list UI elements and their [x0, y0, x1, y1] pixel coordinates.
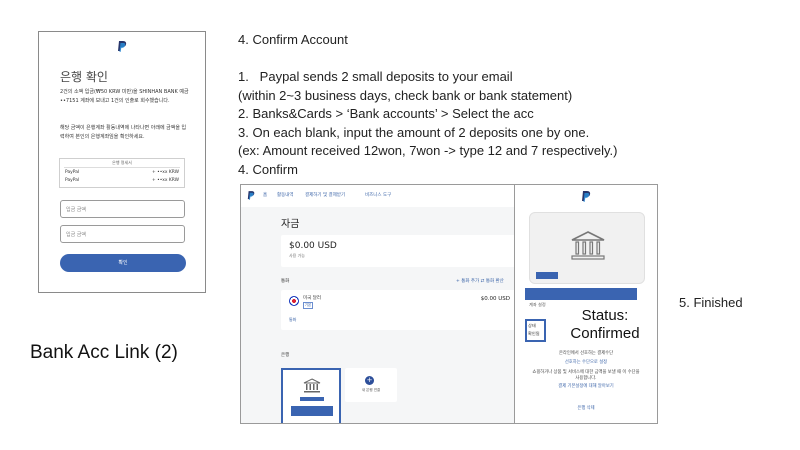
- verify-description: 2건의 소액 입금(₩50 KRW 미만)을 SHINHAN BANK 예금 •…: [60, 89, 189, 104]
- step-line: (within 2~3 business days, check bank or…: [238, 87, 573, 103]
- verify-instruction: 해당 금액이 은행계좌 활동내역에 나타나면 아래에 금액을 입력하여 본인의 …: [60, 125, 187, 140]
- paypal-logo-icon: [118, 41, 127, 52]
- statement-header: 은행 명세서: [112, 160, 132, 165]
- instructions-steps: 1. Paypal sends 2 small deposits to your…: [238, 68, 618, 180]
- wallet-screenshot: 홈 활동내역 결제하기 및 결제받기 비즈니스 도구 자금 $0.00 USD …: [240, 184, 515, 424]
- step-line: 2. Banks&Cards > ‘Bank accounts’ > Selec…: [238, 106, 534, 122]
- currency-header: 통화: [281, 279, 290, 284]
- statement-row-value: + ••xx KRW: [152, 178, 179, 183]
- confirm-button[interactable]: 확인: [60, 254, 186, 272]
- paypal-logo-icon: [582, 191, 591, 202]
- deposit-amount-field-1[interactable]: 입금 금액: [60, 200, 185, 218]
- add-bank-label: 새 은행 연결: [361, 388, 381, 392]
- step-line: 3. On each blank, input the amount of 2 …: [238, 124, 590, 140]
- currency-card[interactable]: 미국 달러 기본 $0.00 USD 통화: [281, 290, 514, 330]
- status-annotation: Status: Confirmed: [555, 307, 655, 343]
- balance-amount: $0.00 USD: [289, 241, 337, 251]
- currency-name: 미국 달러: [303, 296, 321, 301]
- statement-row-name: PayPal: [65, 170, 80, 175]
- bank-statement-box: 은행 명세서 PayPal + ••xx KRW PayPal + ••xx K…: [59, 158, 185, 188]
- balance-sub: 사용 가능: [289, 253, 305, 258]
- bank-verify-screenshot: 은행 확인 2건의 소액 입금(₩50 KRW 미만)을 SHINHAN BAN…: [38, 31, 206, 293]
- funds-title: 자금: [281, 219, 300, 230]
- status-label: Status:: [581, 307, 629, 324]
- learn-more-link[interactable]: 결제 기본설정에 대해 알아보기: [521, 384, 651, 390]
- status-highlight: 상태 확인됨: [525, 319, 546, 342]
- statement-row-value: + ••xx KRW: [152, 170, 179, 175]
- finished-label: 5. Finished: [679, 295, 743, 310]
- add-bank-tile[interactable]: + 새 은행 연결: [345, 368, 397, 402]
- bank-account-tile[interactable]: [281, 368, 341, 423]
- status-value: Confirmed: [570, 325, 640, 342]
- us-flag-icon: [289, 296, 299, 306]
- set-preferred-link[interactable]: 선호하는 수단으로 설정: [521, 360, 651, 366]
- instructions-heading: 4. Confirm Account: [238, 32, 348, 47]
- remove-bank-link[interactable]: 은행 삭제: [521, 406, 651, 412]
- currency-links[interactable]: + 통화 추가 ⇄ 통화 환산: [456, 278, 504, 284]
- plus-icon: +: [365, 376, 374, 385]
- primary-badge: 기본: [303, 302, 313, 309]
- statement-row: PayPal + ••xx KRW: [65, 170, 179, 175]
- nav-business-tools[interactable]: 비즈니스 도구: [365, 192, 391, 198]
- bank-icon: [303, 378, 321, 393]
- field-placeholder: 입금 금액: [66, 232, 86, 238]
- step-line: 1. Paypal sends 2 small deposits to your…: [238, 69, 513, 84]
- section-title: Bank Acc Link (2): [30, 342, 178, 363]
- nav-home[interactable]: 홈: [263, 192, 267, 198]
- bank-detail-panel: 계좌 설정 상태 확인됨 온라인에서 선호하는 결제수단 선호하는 수단으로 설…: [514, 184, 658, 424]
- account-settings-label[interactable]: 계좌 설정: [529, 302, 546, 308]
- currency-amount: $0.00 USD: [480, 296, 510, 302]
- deposit-amount-field-2[interactable]: 입금 금액: [60, 225, 185, 243]
- bank-icon: [571, 231, 605, 260]
- verify-title: 은행 확인: [60, 70, 108, 84]
- redacted-account-number: [525, 288, 637, 300]
- balance-card[interactable]: $0.00 USD 사용 가능: [281, 235, 514, 267]
- statement-row: PayPal + ••xx KRW: [65, 178, 179, 183]
- paypal-logo-icon: [247, 191, 255, 200]
- statement-row-name: PayPal: [65, 178, 80, 183]
- redacted-bank-name: [300, 397, 324, 401]
- step-line: 4. Confirm: [238, 161, 298, 177]
- redacted-account: [291, 406, 333, 416]
- preferred-description: 쇼핑하거나 상품 및 서비스에 대한 금액을 보낼 때 이 수단을 사용합니다.: [532, 370, 640, 381]
- step-line: (ex: Amount received 12won, 7won -> type…: [238, 143, 618, 159]
- nav-activity[interactable]: 활동내역: [277, 192, 294, 198]
- nav-payments[interactable]: 결제하기 및 결제받기: [305, 192, 345, 198]
- field-placeholder: 입금 금액: [66, 207, 86, 213]
- currency-more-link[interactable]: 통화: [289, 317, 296, 323]
- bank-header: 은행: [281, 353, 290, 358]
- preferred-question: 온라인에서 선호하는 결제수단: [558, 351, 614, 356]
- redacted-bank-logo: [536, 272, 558, 279]
- status-label-kr: 상태: [528, 323, 536, 328]
- bank-card-image: [529, 212, 645, 284]
- status-value-kr: 확인됨: [528, 331, 540, 336]
- top-nav: 홈 활동내역 결제하기 및 결제받기 비즈니스 도구: [241, 185, 514, 207]
